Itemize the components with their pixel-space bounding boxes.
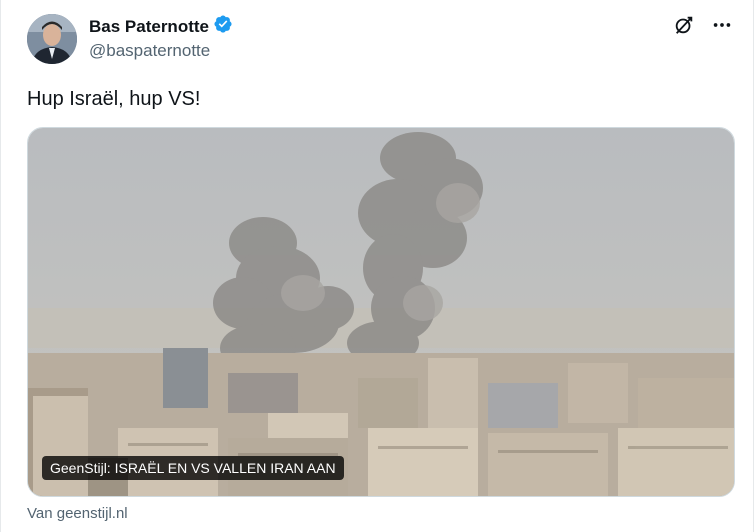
more-icon[interactable] xyxy=(711,14,733,41)
avatar[interactable] xyxy=(27,14,77,64)
tweet-card: Bas Paternotte @baspaternotte Hup Israël… xyxy=(0,0,754,532)
avatar-image xyxy=(27,14,77,64)
link-card-media[interactable]: GeenStijl: ISRAËL EN VS VALLEN IRAN AAN xyxy=(27,127,735,497)
verified-badge-icon xyxy=(213,14,233,39)
media-caption: GeenStijl: ISRAËL EN VS VALLEN IRAN AAN xyxy=(42,456,344,480)
tweet-actions-top xyxy=(673,14,733,41)
author-handle[interactable]: @baspaternotte xyxy=(89,41,210,61)
grok-icon[interactable] xyxy=(673,14,695,41)
tweet-text: Hup Israël, hup VS! xyxy=(27,88,201,110)
link-source[interactable]: Van geenstijl.nl xyxy=(27,505,128,522)
author-display-name[interactable]: Bas Paternotte xyxy=(89,17,209,37)
author-name-row[interactable]: Bas Paternotte xyxy=(89,14,233,39)
explosion-city-image xyxy=(28,128,734,496)
